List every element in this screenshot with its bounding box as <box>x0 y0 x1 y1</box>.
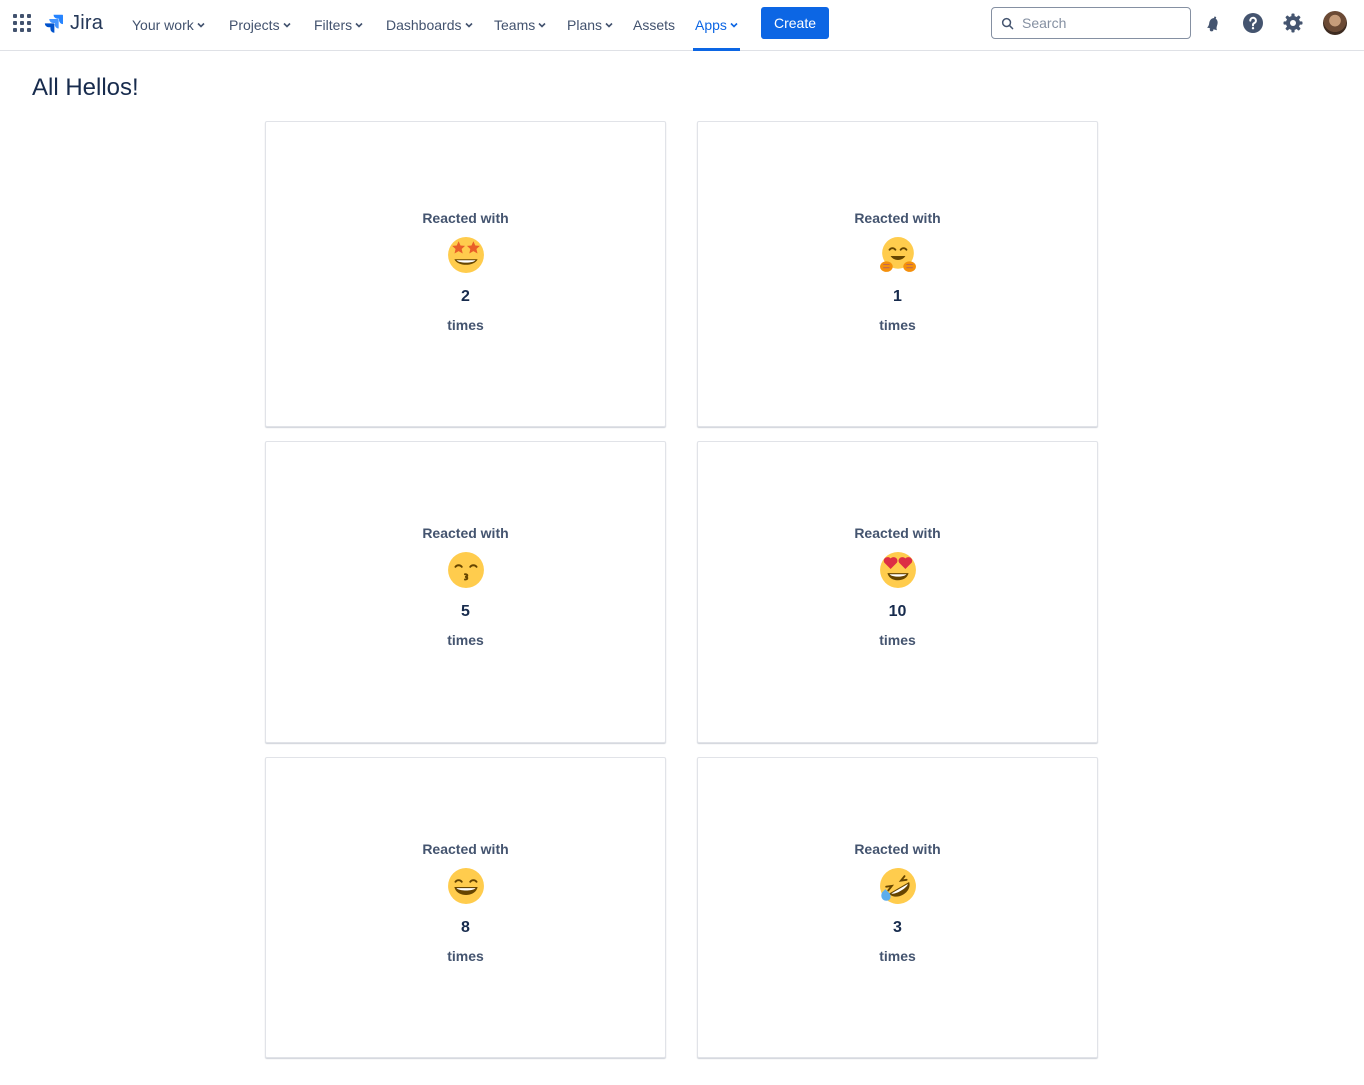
chevron-down-icon <box>538 22 546 28</box>
chevron-down-icon <box>605 22 613 28</box>
logo-text: Jira <box>70 11 104 34</box>
nav-apps-label: Apps <box>695 17 727 33</box>
reaction-card: Reacted with 3 times <box>697 757 1098 1058</box>
nav-teams[interactable]: Teams <box>494 0 546 50</box>
notifications-icon[interactable] <box>1202 12 1224 34</box>
reacted-with-label: Reacted with <box>422 210 509 226</box>
chevron-down-icon <box>197 22 205 28</box>
reacted-with-label: Reacted with <box>854 841 941 857</box>
heart-eyes-emoji-icon <box>879 552 916 588</box>
times-label: times <box>879 317 916 333</box>
reaction-card: Reacted with 8 times <box>265 757 666 1058</box>
reaction-count: 5 <box>461 603 470 620</box>
jira-logo[interactable]: Jira <box>43 11 103 35</box>
nav-your-work[interactable]: Your work <box>132 0 205 50</box>
nav-plans[interactable]: Plans <box>567 0 613 50</box>
help-icon[interactable] <box>1242 12 1264 34</box>
star-struck-emoji-icon <box>447 237 484 273</box>
search-field[interactable] <box>991 7 1191 39</box>
reaction-count: 8 <box>461 919 470 936</box>
times-label: times <box>447 948 484 964</box>
nav-teams-label: Teams <box>494 17 536 33</box>
reaction-card: Reacted with 10 times <box>697 441 1098 743</box>
settings-gear-icon[interactable] <box>1282 12 1304 34</box>
kissing-smiling-eyes-emoji-icon <box>447 552 484 588</box>
user-avatar[interactable] <box>1323 11 1347 35</box>
top-navigation: Jira Your work Projects Filters Dashboar… <box>0 0 1364 51</box>
search-icon <box>1001 17 1014 29</box>
times-label: times <box>879 632 916 648</box>
times-label: times <box>447 317 484 333</box>
nav-dashboards[interactable]: Dashboards <box>386 0 473 50</box>
reaction-count: 3 <box>893 919 902 936</box>
rolling-on-floor-laughing-emoji-icon <box>879 868 916 904</box>
nav-dashboards-label: Dashboards <box>386 17 462 33</box>
nav-filters-label: Filters <box>314 17 353 33</box>
hugging-face-emoji-icon <box>879 237 916 272</box>
search-input[interactable] <box>1022 15 1182 31</box>
nav-projects[interactable]: Projects <box>229 0 291 50</box>
reacted-with-label: Reacted with <box>854 525 941 541</box>
reacted-with-label: Reacted with <box>854 210 941 226</box>
times-label: times <box>879 948 916 964</box>
nav-your-work-label: Your work <box>132 17 194 33</box>
nav-assets[interactable]: Assets <box>633 0 675 50</box>
reaction-count: 10 <box>888 603 907 620</box>
nav-filters[interactable]: Filters <box>314 0 363 50</box>
chevron-down-icon <box>355 22 363 28</box>
reacted-with-label: Reacted with <box>422 841 509 857</box>
page-title: All Hellos! <box>32 74 139 101</box>
times-label: times <box>447 632 484 648</box>
reaction-count: 2 <box>461 288 470 305</box>
reaction-card: Reacted with 2 times <box>265 121 666 427</box>
reaction-card: Reacted with 5 times <box>265 441 666 743</box>
nav-apps[interactable]: Apps <box>693 0 740 51</box>
reacted-with-label: Reacted with <box>422 525 509 541</box>
create-button[interactable]: Create <box>761 7 829 39</box>
nav-plans-label: Plans <box>567 17 603 33</box>
jira-logo-icon <box>44 14 63 33</box>
reaction-count: 1 <box>893 288 902 305</box>
nav-projects-label: Projects <box>229 17 280 33</box>
nav-assets-label: Assets <box>633 17 676 33</box>
chevron-down-icon <box>283 22 291 28</box>
chevron-down-icon <box>464 22 473 28</box>
reaction-card: Reacted with 1 times <box>697 121 1098 427</box>
grinning-smiling-eyes-emoji-icon <box>447 868 484 904</box>
app-switcher-icon[interactable] <box>13 14 31 32</box>
chevron-down-icon <box>730 22 738 28</box>
